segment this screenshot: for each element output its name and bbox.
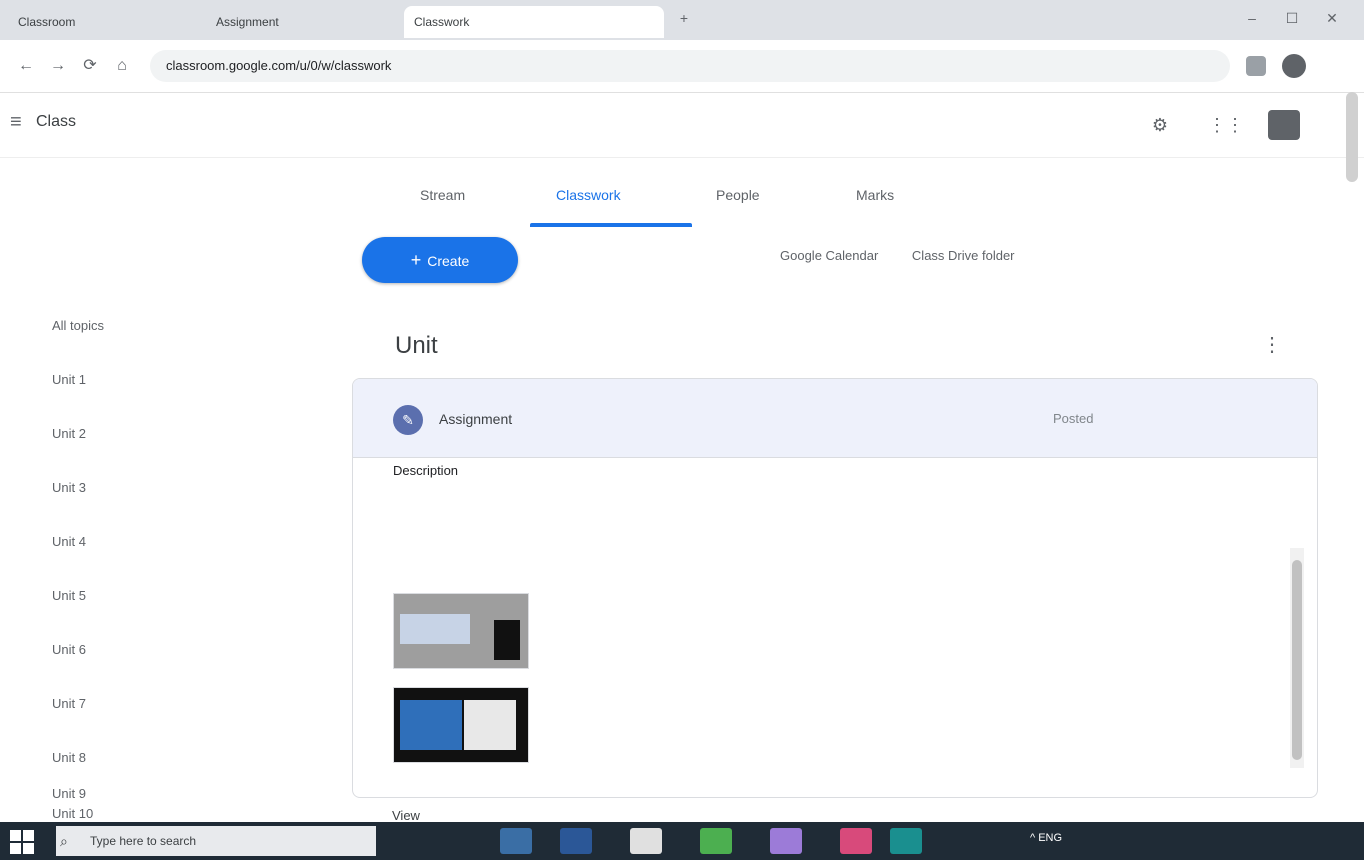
create-label: Create (427, 253, 470, 269)
back-icon[interactable]: ← (14, 54, 38, 78)
maximize-icon[interactable]: ☐ (1280, 8, 1304, 28)
taskbar: Type here to search ⌕ ^ ENG (0, 822, 1364, 860)
sidebar-item[interactable]: Unit 9 (52, 786, 86, 801)
attachment-thumbnail (393, 687, 529, 763)
app-icon[interactable] (890, 828, 922, 854)
assignment-icon: ✎ (393, 405, 423, 435)
system-tray[interactable]: ^ ENG (1030, 832, 1062, 844)
account-avatar[interactable] (1268, 110, 1300, 140)
sidebar-item[interactable]: Unit 10 (52, 806, 93, 821)
windows-start-icon[interactable] (10, 830, 34, 854)
assignment-header[interactable]: ✎ Assignment Posted (353, 379, 1317, 458)
address-bar[interactable]: classroom.google.com/u/0/w/classwork (150, 50, 1230, 82)
assignment-title: Assignment (439, 411, 513, 427)
page-scrollbar[interactable] (1346, 92, 1358, 182)
sidebar-item[interactable]: Unit 7 (52, 696, 86, 711)
extension-icon[interactable] (1246, 56, 1266, 76)
topic-title: Unit (395, 332, 438, 359)
sidebar-item-all-topics[interactable]: All topics (52, 318, 104, 333)
more-options-icon[interactable]: ⋮ (1262, 332, 1282, 357)
forward-icon[interactable]: → (46, 54, 70, 78)
top-links: Google Calendar Class Drive folder (780, 248, 1015, 263)
new-tab-button[interactable]: + (672, 8, 696, 28)
sidebar-item[interactable]: Unit 1 (52, 372, 86, 387)
tab-stream[interactable]: Stream (420, 177, 465, 213)
card-scrollbar-thumb[interactable] (1292, 560, 1302, 760)
class-tabs: Stream Classwork People Marks (0, 165, 1364, 227)
attachment-thumbnail (393, 593, 529, 669)
plus-icon: + (410, 250, 422, 270)
sidebar-item[interactable]: Unit 2 (52, 426, 86, 441)
browser-tab-active[interactable]: Classwork (404, 6, 664, 38)
sidebar-item[interactable]: Unit 6 (52, 642, 86, 657)
apps-grid-icon[interactable]: ⋮⋮ (1208, 111, 1244, 139)
browser-toolbar: ← → ⟳ ⌂ classroom.google.com/u/0/w/class… (0, 40, 1364, 93)
file-explorer-icon[interactable] (630, 828, 662, 854)
sidebar-item[interactable]: Unit 5 (52, 588, 86, 603)
profile-icon[interactable] (1282, 54, 1306, 78)
reload-icon[interactable]: ⟳ (78, 54, 102, 78)
tab-marks[interactable]: Marks (856, 177, 894, 213)
close-icon[interactable]: ✕ (1320, 8, 1344, 28)
attachment-item[interactable] (353, 593, 1213, 669)
tab-classwork[interactable]: Classwork (556, 177, 621, 213)
attachment-item[interactable] (353, 687, 1213, 763)
description-label: Description (393, 463, 459, 478)
menu-icon[interactable]: ≡ (10, 111, 22, 134)
taskbar-search-input[interactable]: Type here to search (56, 826, 376, 856)
search-icon: ⌕ (60, 833, 68, 849)
create-button[interactable]: + Create (362, 237, 518, 283)
app-header: ≡ Class ⚙ ⋮⋮ (0, 93, 1364, 158)
sidebar-item[interactable]: Unit 8 (52, 750, 86, 765)
browser-tab[interactable]: Assignment (206, 6, 402, 38)
class-title[interactable]: Class (36, 113, 76, 131)
browser-tab[interactable]: Classroom (8, 6, 204, 38)
topic-sidebar: All topics Unit 1 Unit 2 Unit 3 Unit 4 U… (0, 230, 320, 821)
posted-date: Posted (1053, 411, 1094, 426)
sidebar-item[interactable]: Unit 3 (52, 480, 86, 495)
app-icon[interactable] (840, 828, 872, 854)
minimize-icon[interactable]: – (1240, 8, 1264, 28)
assignment-card: ✎ Assignment Posted Description (352, 378, 1318, 798)
settings-icon[interactable]: ⚙ (1146, 111, 1174, 139)
google-calendar-link[interactable]: Google Calendar (780, 248, 878, 263)
sidebar-item[interactable]: Unit 4 (52, 534, 86, 549)
browser-tab-strip: Classroom Assignment Classwork + – ☐ ✕ (0, 0, 1364, 40)
view-assignment-link[interactable]: View (392, 808, 420, 823)
taskview-icon[interactable] (500, 828, 532, 854)
chrome-icon[interactable] (700, 828, 732, 854)
tab-people[interactable]: People (716, 177, 760, 213)
teams-icon[interactable] (770, 828, 802, 854)
class-drive-link[interactable]: Class Drive folder (912, 248, 1015, 263)
active-tab-indicator (530, 223, 692, 227)
edge-icon[interactable] (560, 828, 592, 854)
home-icon[interactable]: ⌂ (110, 54, 134, 78)
